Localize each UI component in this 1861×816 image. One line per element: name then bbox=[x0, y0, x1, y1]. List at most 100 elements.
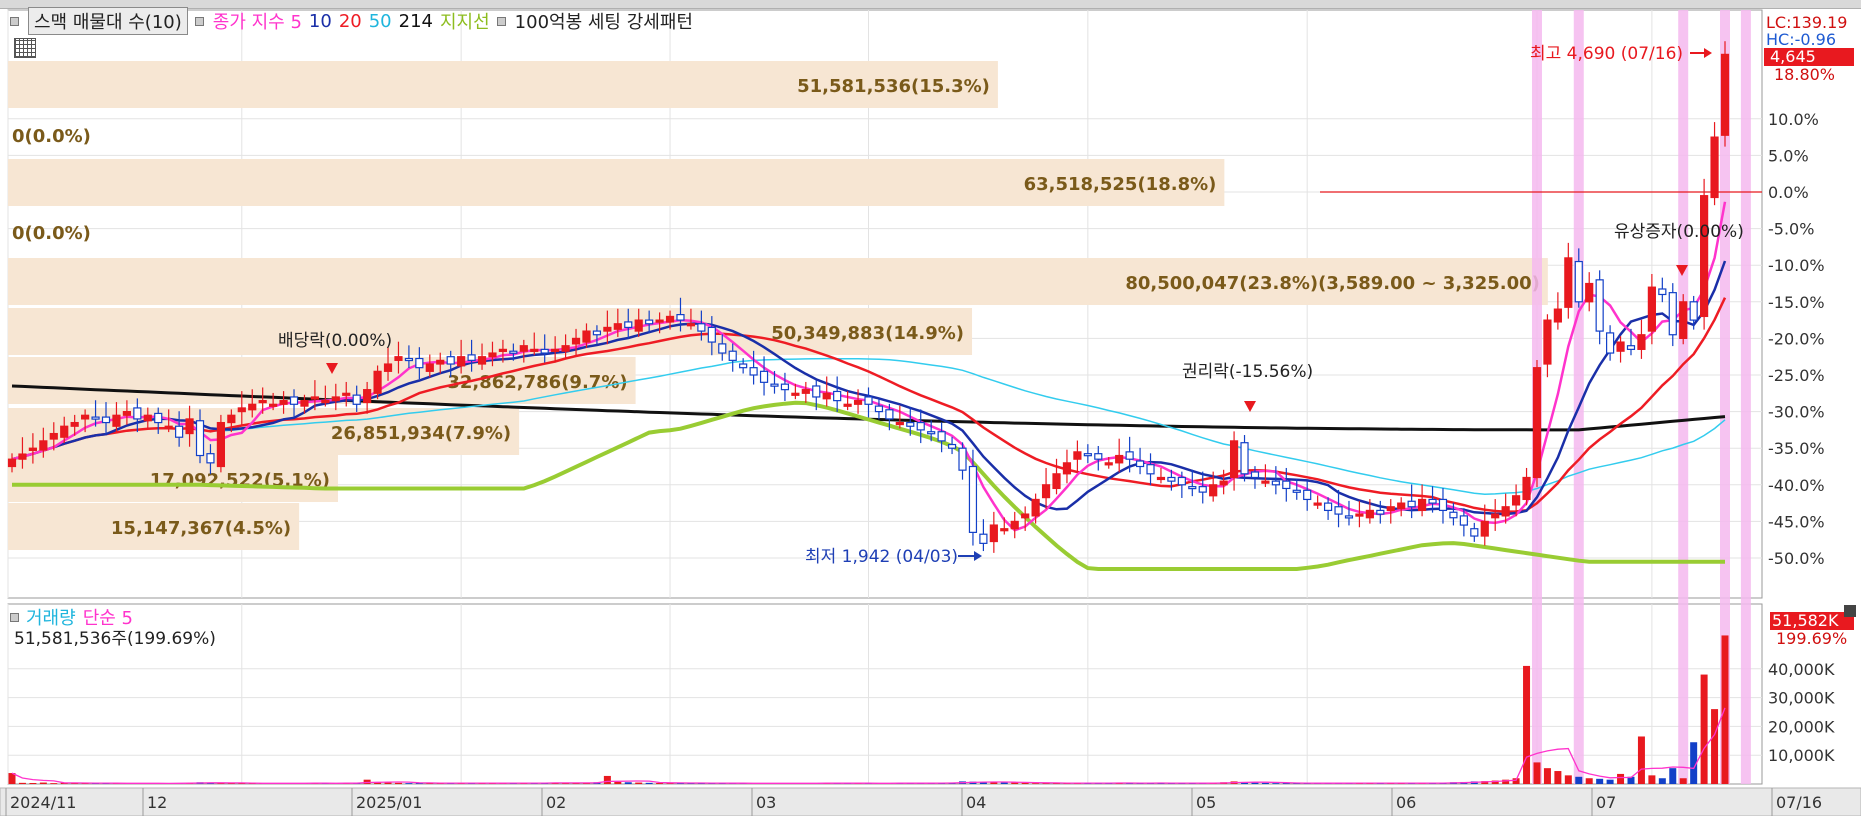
candle-body bbox=[561, 345, 570, 352]
volume-profile-label: 26,851,934(7.9%) bbox=[331, 423, 511, 444]
candle-body bbox=[1229, 440, 1239, 479]
candle-body bbox=[1010, 520, 1019, 530]
price-axis-tick: -30.0% bbox=[1768, 403, 1825, 422]
candle-body bbox=[1261, 480, 1270, 484]
candle-body bbox=[1700, 195, 1709, 318]
candle-body bbox=[133, 407, 142, 420]
legend-ma10[interactable]: 10 bbox=[309, 11, 332, 32]
volume-bar bbox=[1637, 736, 1645, 784]
candle-body bbox=[60, 425, 69, 438]
candle-body bbox=[300, 400, 309, 407]
volume-bar bbox=[1000, 782, 1008, 784]
candle-body bbox=[1355, 513, 1364, 517]
candle-body bbox=[425, 363, 434, 372]
price-axis-tick: -35.0% bbox=[1768, 439, 1825, 458]
data-table-icon[interactable] bbox=[14, 38, 36, 58]
candle-body bbox=[81, 414, 90, 420]
rights-marker bbox=[1244, 401, 1256, 412]
volume-profile-label: 32,862,786(9.7%) bbox=[447, 372, 627, 393]
candle-body bbox=[801, 389, 810, 394]
candle-body bbox=[436, 359, 445, 365]
legend-close-ma5[interactable]: 종가 지수 5 bbox=[213, 8, 302, 34]
candle-body bbox=[1470, 528, 1479, 537]
candle-body bbox=[1710, 136, 1719, 199]
candle-body bbox=[112, 414, 121, 427]
candle-body bbox=[195, 420, 205, 457]
volume-bar bbox=[1575, 776, 1583, 784]
candle-body bbox=[342, 392, 351, 396]
dividend-annotation: 배당락(0.00%) bbox=[278, 331, 392, 351]
candle-body bbox=[258, 400, 267, 404]
legend-ma20[interactable]: 20 bbox=[339, 11, 362, 32]
price-axis-tick: -5.0% bbox=[1768, 220, 1814, 239]
volume-bar bbox=[394, 782, 402, 784]
volume-bar bbox=[1543, 768, 1551, 784]
candle-body bbox=[248, 403, 257, 411]
candle-body bbox=[718, 343, 727, 354]
volume-bar bbox=[1679, 778, 1687, 784]
candle-body bbox=[665, 315, 675, 323]
volume-bar bbox=[1585, 778, 1593, 784]
candle-body bbox=[1334, 506, 1343, 515]
volume-bar bbox=[18, 782, 26, 784]
candle-body bbox=[1052, 473, 1061, 490]
candle-body bbox=[1313, 502, 1322, 506]
candle-body bbox=[1564, 257, 1573, 308]
volume-panel-frame bbox=[7, 603, 1763, 785]
candle-body bbox=[822, 392, 831, 400]
legend-ma214[interactable]: 214 bbox=[399, 11, 433, 32]
candle-body bbox=[467, 354, 476, 361]
legend-box-icon bbox=[496, 16, 506, 26]
candle-body bbox=[1240, 442, 1249, 475]
price-axis-tick: 0.0% bbox=[1768, 183, 1809, 202]
candle-body bbox=[540, 348, 549, 354]
candle-body bbox=[1344, 515, 1354, 519]
candle-body bbox=[101, 416, 111, 424]
candle-body bbox=[947, 443, 957, 449]
candle-body bbox=[70, 421, 79, 427]
candle-body bbox=[1104, 462, 1113, 466]
candle-body bbox=[1146, 464, 1155, 475]
rights-annotation: 권리락(-15.56%) bbox=[1182, 362, 1313, 382]
candle-body bbox=[1543, 319, 1552, 365]
volume-bar bbox=[50, 783, 58, 784]
time-axis-label: 06 bbox=[1396, 793, 1416, 812]
candle-body bbox=[1177, 476, 1186, 486]
candle-body bbox=[1188, 486, 1197, 490]
candle-body bbox=[1428, 498, 1437, 504]
candle-body bbox=[185, 418, 194, 435]
last-price-label: 4,645 bbox=[1770, 47, 1816, 66]
candle-body bbox=[571, 337, 581, 345]
candle-body bbox=[739, 363, 748, 369]
price-axis-tick: -20.0% bbox=[1768, 329, 1825, 348]
candle-body bbox=[1209, 484, 1218, 497]
candle-body bbox=[791, 392, 800, 396]
candle-body bbox=[1459, 515, 1468, 526]
price-axis-tick: -15.0% bbox=[1768, 293, 1825, 312]
candle-body bbox=[1125, 451, 1134, 460]
candle-body bbox=[18, 453, 27, 460]
candle-body bbox=[91, 416, 100, 420]
candle-body bbox=[289, 396, 299, 405]
candle-body bbox=[321, 400, 330, 404]
price-axis-tick: -40.0% bbox=[1768, 476, 1825, 495]
legend-pattern[interactable]: 100억봉 세팅 강세패턴 bbox=[515, 8, 693, 34]
volume-bar bbox=[1669, 768, 1677, 784]
legend-box-icon bbox=[10, 16, 19, 26]
candle-body bbox=[613, 323, 622, 330]
candle-body bbox=[812, 385, 821, 398]
candle-body bbox=[853, 400, 863, 405]
candle-body bbox=[1386, 506, 1395, 512]
time-axis-strip bbox=[0, 787, 1861, 816]
candle-body bbox=[1585, 282, 1594, 303]
price-axis-tick: 10.0% bbox=[1768, 110, 1819, 129]
legend-support[interactable]: 지지선 bbox=[440, 8, 490, 34]
candle-body bbox=[1574, 260, 1583, 303]
candle-body bbox=[415, 357, 424, 369]
volume-profile-button[interactable]: 스맥 매물대 수(10) bbox=[28, 7, 188, 35]
stock-chart[interactable]: 51,581,536(15.3%) 0(0.0%) 63,518,525(18.8%… bbox=[0, 0, 1861, 816]
candle-body bbox=[906, 421, 915, 427]
candle-body bbox=[1616, 341, 1625, 352]
candle-body bbox=[592, 330, 602, 336]
legend-ma50[interactable]: 50 bbox=[369, 11, 392, 32]
